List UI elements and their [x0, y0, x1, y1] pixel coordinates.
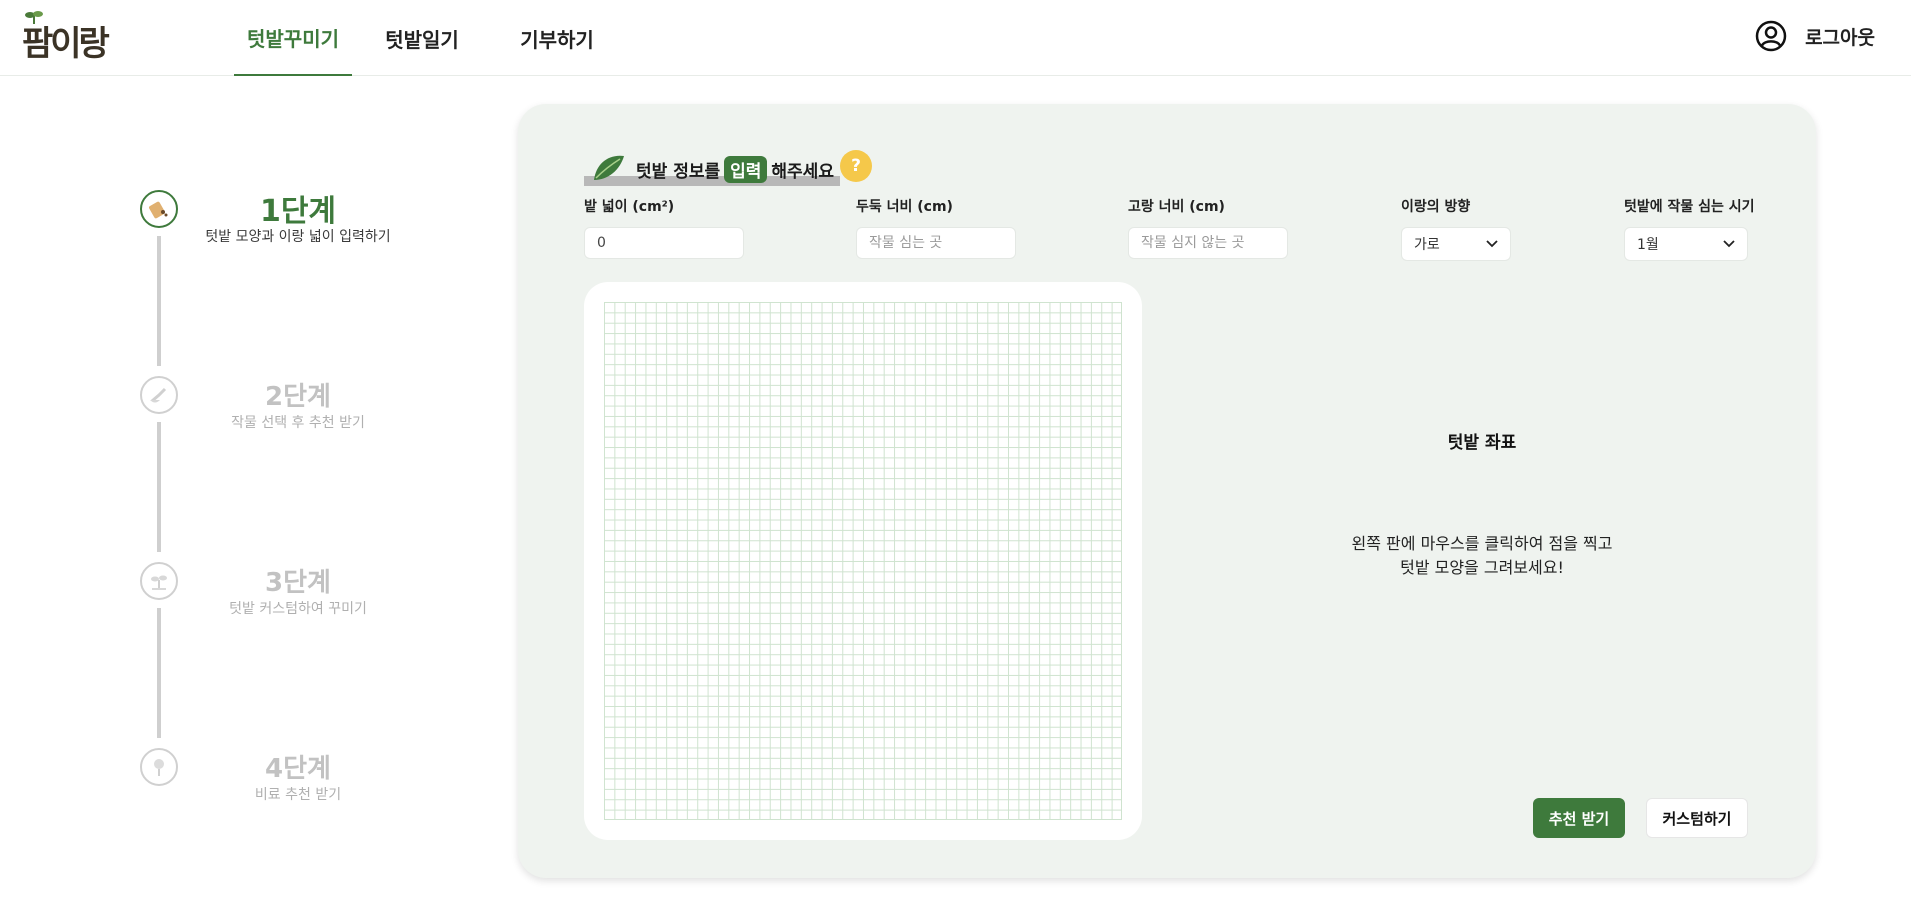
planting-time-select[interactable]: 1월: [1624, 227, 1748, 261]
nav-tab-donate[interactable]: 기부하기: [492, 0, 622, 76]
customize-button[interactable]: 커스텀하기: [1646, 798, 1748, 838]
chevron-down-icon: [1723, 240, 1735, 248]
ridge-width-label: 두둑 너비 (cm): [856, 199, 953, 215]
leaf-icon: [594, 155, 624, 180]
step-title: 1단계: [259, 194, 337, 229]
progress-stepper: 1단계 텃밭 모양과 이랑 넓이 입력하기 2단계 작물 선택 후 추천 받기 …: [138, 186, 438, 806]
top-header: 팜이랑 텃밭꾸미기 텃밭일기 기부하기 로그아웃: [0, 0, 1911, 76]
furrow-width-input[interactable]: [1128, 227, 1288, 259]
furrow-width-label: 고랑 너비 (cm): [1128, 199, 1225, 215]
step-description: 텃밭 모양과 이랑 넓이 입력하기: [205, 229, 391, 245]
hint-line-2: 텃밭 모양을 그려보세요!: [1400, 558, 1564, 577]
step-description: 작물 선택 후 추천 받기: [231, 415, 365, 431]
step-title: 4단계: [265, 754, 331, 784]
title-suffix: 해주세요: [771, 162, 834, 182]
ridge-width-input[interactable]: [856, 227, 1016, 259]
get-recommendation-button[interactable]: 추천 받기: [1533, 798, 1625, 838]
header-user-area: 로그아웃: [1755, 18, 1875, 54]
garden-info-panel: 텃밭 정보를 입력 해주세요 ? 밭 넓이 (cm²) 두둑 너비 (cm) 고…: [518, 104, 1816, 878]
help-icon[interactable]: ?: [840, 150, 872, 182]
direction-label: 이랑의 방향: [1401, 199, 1471, 215]
step-3[interactable]: 3단계 텃밭 커스텀하여 꾸미기: [138, 558, 438, 628]
title-highlight: 입력: [724, 156, 768, 183]
coordinates-title: 텃밭 좌표: [1447, 433, 1517, 453]
sprout-logo-icon: [25, 11, 43, 24]
step-1[interactable]: 1단계 텃밭 모양과 이랑 넓이 입력하기: [138, 186, 438, 256]
hint-line-1: 왼쪽 판에 마우스를 클릭하여 점을 찍고: [1351, 534, 1613, 553]
step-4[interactable]: 4단계 비료 추천 받기: [138, 744, 438, 814]
nav-tab-garden-diary[interactable]: 텃밭일기: [352, 0, 492, 76]
step-title: 3단계: [265, 568, 331, 598]
ridge-width-field: 두둑 너비 (cm): [856, 196, 1016, 259]
logout-button[interactable]: 로그아웃: [1805, 23, 1875, 50]
area-input[interactable]: [584, 227, 744, 259]
direction-field: 이랑의 방향 가로: [1401, 196, 1511, 261]
seed-packet-icon: [140, 190, 178, 228]
step-2[interactable]: 2단계 작물 선택 후 추천 받기: [138, 372, 438, 442]
coordinates-hint: 왼쪽 판에 마우스를 클릭하여 점을 찍고 텃밭 모양을 그려보세요!: [1282, 532, 1682, 580]
nav-tab-garden-design[interactable]: 텃밭꾸미기: [234, 0, 352, 76]
sprout-icon: [140, 562, 178, 600]
planting-time-value: 1월: [1637, 237, 1659, 253]
shovel-icon: [140, 376, 178, 414]
chevron-down-icon: [1486, 240, 1498, 248]
drawing-board-card: [584, 282, 1142, 840]
garden-drawing-grid[interactable]: [604, 302, 1122, 820]
user-profile-icon[interactable]: [1755, 20, 1787, 52]
furrow-width-field: 고랑 너비 (cm): [1128, 196, 1288, 259]
area-label: 밭 넓이 (cm²): [584, 199, 675, 215]
title-prefix: 텃밭 정보를: [636, 162, 721, 182]
planting-time-label: 텃밭에 작물 심는 시기: [1624, 199, 1755, 215]
direction-select[interactable]: 가로: [1401, 227, 1511, 261]
main-nav: 텃밭꾸미기 텃밭일기 기부하기: [234, 0, 622, 76]
step-description: 텃밭 커스텀하여 꾸미기: [229, 601, 367, 617]
logo[interactable]: 팜이랑: [22, 11, 112, 64]
panel-title-text: 텃밭 정보를 입력 해주세요: [636, 156, 834, 183]
direction-value: 가로: [1414, 237, 1440, 253]
area-field: 밭 넓이 (cm²): [584, 196, 744, 259]
step-description: 비료 추천 받기: [254, 787, 342, 803]
flower-icon: [140, 748, 178, 786]
step-title: 2단계: [265, 382, 331, 412]
planting-time-field: 텃밭에 작물 심는 시기 1월: [1624, 196, 1755, 261]
